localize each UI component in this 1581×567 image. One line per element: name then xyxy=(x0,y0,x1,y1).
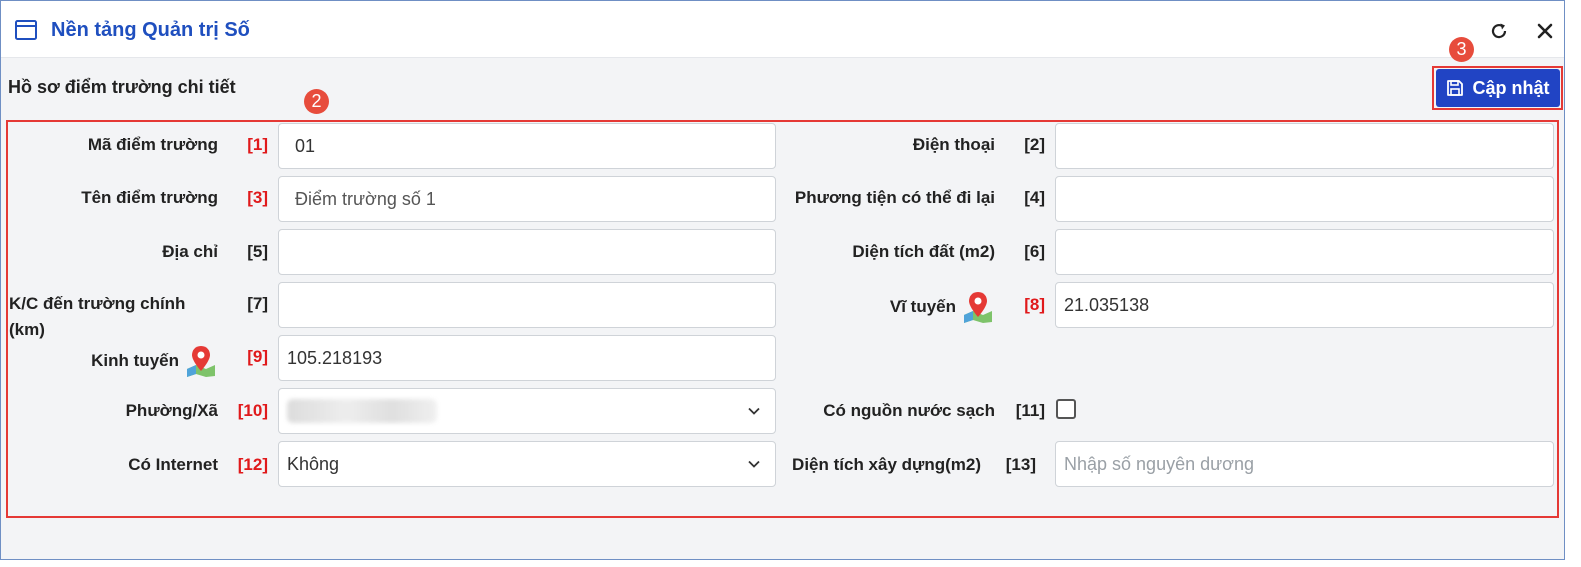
nuoc-sach-label: Có nguồn nước sạch xyxy=(823,401,995,420)
update-button-label: Cập nhật xyxy=(1472,77,1550,98)
map-pin-icon[interactable] xyxy=(961,290,995,324)
phuong-xa-num: [10] xyxy=(237,401,268,420)
phuong-tien-field[interactable] xyxy=(1055,176,1554,222)
kc-truong-chinh-label-line1: K/C đến trường chính xyxy=(9,294,186,313)
phuong-xa-label: Phường/Xã xyxy=(125,401,218,420)
section-title: Hồ sơ điểm trường chi tiết xyxy=(8,77,236,97)
window-title: Nền tảng Quản trị Số xyxy=(51,19,250,41)
dien-tich-xay-dung-label: Diện tích xây dựng(m2) xyxy=(792,455,981,474)
dien-tich-dat-label: Diện tích đất (m2) xyxy=(852,242,995,261)
dien-thoai-label: Điện thoại xyxy=(912,135,995,154)
step-badge-update: 3 xyxy=(1449,37,1474,62)
kinh-tuyen-label: Kinh tuyến xyxy=(91,351,179,370)
phuong-xa-value-redacted xyxy=(287,399,437,423)
refresh-icon[interactable] xyxy=(1488,20,1510,42)
app-window: Nền tảng Quản trị Số Hồ sơ điểm trường c… xyxy=(0,0,1565,560)
vi-tuyen-num: [8] xyxy=(1024,295,1045,314)
ma-diem-truong-num: [1] xyxy=(247,135,268,154)
nuoc-sach-num: [11] xyxy=(1015,401,1045,420)
dien-thoai-num: [2] xyxy=(1024,135,1045,154)
title-bar: Nền tảng Quản trị Số xyxy=(1,1,1564,58)
kinh-tuyen-num: [9] xyxy=(247,347,268,366)
close-icon[interactable] xyxy=(1534,20,1556,42)
phuong-tien-label: Phương tiện có thể đi lại xyxy=(794,188,995,207)
vi-tuyen-field[interactable]: 21.035138 xyxy=(1055,282,1554,328)
dien-tich-dat-num: [6] xyxy=(1024,242,1045,261)
ma-diem-truong-field[interactable]: 01 xyxy=(278,123,776,169)
ten-diem-truong-label: Tên điểm trường xyxy=(81,188,218,207)
dien-thoai-field[interactable] xyxy=(1055,123,1554,169)
internet-num: [12] xyxy=(237,455,268,474)
chevron-down-icon xyxy=(748,460,760,468)
ten-diem-truong-field[interactable]: Điểm trường số 1 xyxy=(278,176,776,222)
dia-chi-num: [5] xyxy=(247,242,268,261)
dien-tich-dat-field[interactable] xyxy=(1055,229,1554,275)
step-badge-form: 2 xyxy=(304,89,329,114)
kc-truong-chinh-field[interactable] xyxy=(278,282,776,328)
ten-diem-truong-num: [3] xyxy=(247,188,268,207)
dia-chi-field[interactable] xyxy=(278,229,776,275)
vi-tuyen-label: Vĩ tuyến xyxy=(889,297,956,316)
window-icon xyxy=(15,20,37,40)
dia-chi-label: Địa chỉ xyxy=(162,242,218,261)
nuoc-sach-checkbox[interactable] xyxy=(1056,399,1076,419)
map-pin-icon[interactable] xyxy=(184,344,218,378)
kc-truong-chinh-num: [7] xyxy=(247,294,268,313)
internet-label: Có Internet xyxy=(128,455,218,474)
ma-diem-truong-label: Mã điểm trường xyxy=(87,135,218,154)
dien-tich-xay-dung-num: [13] xyxy=(1005,455,1036,474)
internet-select-value: Không xyxy=(287,453,340,474)
phuong-tien-num: [4] xyxy=(1024,188,1045,207)
kinh-tuyen-field[interactable]: 105.218193 xyxy=(278,335,776,381)
update-button[interactable]: Cập nhật xyxy=(1436,69,1560,107)
chevron-down-icon xyxy=(748,407,760,415)
internet-select[interactable]: Không xyxy=(278,441,776,487)
kc-truong-chinh-label-line2: (km) xyxy=(9,320,45,339)
save-icon xyxy=(1447,80,1464,96)
phuong-xa-select[interactable] xyxy=(278,388,776,434)
dien-tich-xay-dung-field[interactable]: Nhập số nguyên dương xyxy=(1055,441,1554,487)
